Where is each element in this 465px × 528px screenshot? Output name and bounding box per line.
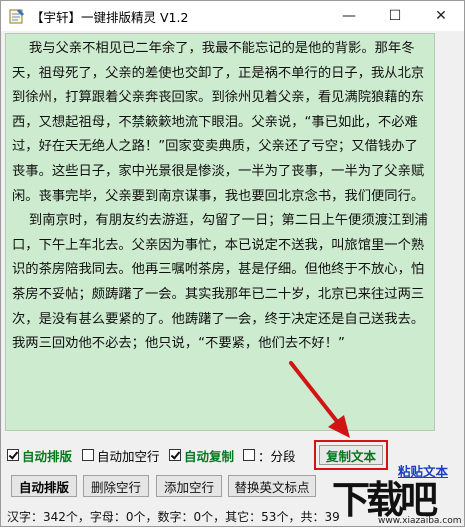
watermark: 下载吧 www.xiazaiba.com — [326, 471, 465, 528]
auto-copy-option[interactable]: 自动复制 — [169, 445, 234, 465]
auto-format-checkbox[interactable] — [7, 449, 19, 461]
close-button[interactable]: ✕ — [418, 1, 464, 31]
auto-copy-checkbox[interactable] — [169, 449, 181, 461]
auto-copy-label: 自动复制 — [184, 448, 235, 464]
segment-checkbox[interactable] — [243, 449, 255, 461]
status-text: 汉字：342个，字母：0个，数字：0个，其它：53个，共：39 — [7, 509, 340, 524]
add-blank-lines-button[interactable]: 添加空行 — [156, 475, 222, 497]
auto-blank-line-checkbox[interactable] — [82, 449, 94, 461]
copy-text-button[interactable]: 复制文本 — [319, 445, 383, 465]
auto-format-option[interactable]: 自动排版 — [7, 445, 72, 465]
auto-blank-line-option[interactable]: 自动加空行 — [82, 445, 160, 465]
delete-blank-lines-button[interactable]: 删除空行 — [83, 475, 149, 497]
app-window: 【宇轩】一键排版精灵 V1.2 — ☐ ✕ 我与父亲不相见已二年余了，我最不能忘… — [0, 0, 465, 527]
maximize-button[interactable]: ☐ — [372, 1, 418, 31]
minimize-button[interactable]: — — [326, 1, 372, 31]
options-row: 自动排版 自动加空行 自动复制 ：分段 — [5, 445, 465, 467]
maximize-icon: ☐ — [388, 8, 402, 24]
window-title: 【宇轩】一键排版精灵 V1.2 — [31, 9, 189, 25]
auto-blank-line-label: 自动加空行 — [97, 448, 160, 464]
vertical-scrollbar[interactable] — [435, 33, 459, 431]
close-icon: ✕ — [435, 8, 447, 24]
copy-button-highlight: 复制文本 — [314, 440, 388, 470]
segment-option[interactable]: ：分段 — [243, 445, 296, 465]
auto-format-label: 自动排版 — [22, 448, 73, 464]
minimize-icon: — — [342, 8, 356, 24]
app-notepad-icon — [9, 8, 25, 24]
auto-format-button[interactable]: 自动排版 — [11, 475, 77, 497]
replace-english-punct-button[interactable]: 替换英文标点 — [228, 475, 316, 497]
text-editor[interactable]: 我与父亲不相见已二年余了，我最不能忘记的是他的背影。那年冬天，祖母死了，父亲的差… — [5, 33, 435, 431]
title-bar: 【宇轩】一键排版精灵 V1.2 — ☐ ✕ — [1, 1, 464, 31]
segment-label: ：分段 — [258, 448, 296, 464]
watermark-url: www.xiazaiba.com — [378, 516, 462, 526]
editor-content[interactable]: 我与父亲不相见已二年余了，我最不能忘记的是他的背影。那年冬天，祖母死了，父亲的差… — [12, 37, 430, 357]
